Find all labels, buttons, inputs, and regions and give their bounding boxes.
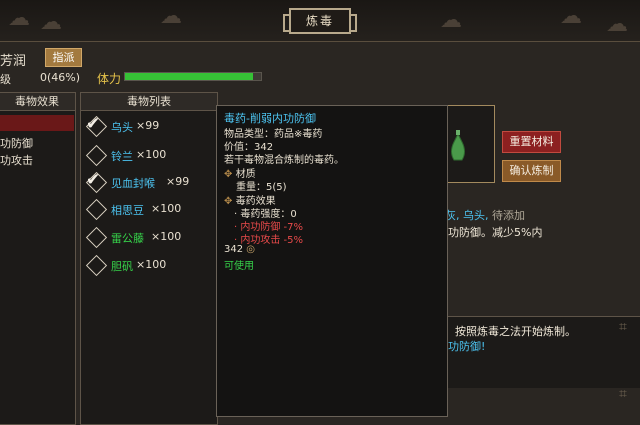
log-line-1: 按照炼毒之法开始炼制。 [455,325,576,338]
selected-effect-row[interactable] [0,115,74,131]
poison-name: 雷公藤 [111,232,144,245]
poison-name: 铃兰 [111,150,133,163]
character-name: 芳润 [0,54,27,69]
effect-description: 功防御。减少5%内 [448,226,543,239]
poison-list-row[interactable]: 胆矾 ×100 [80,254,218,277]
level-label: 级 [0,73,11,86]
cloud-ornament-icon: ☁ [8,6,30,31]
cloud-ornament-icon: ☁ [40,10,62,35]
poison-checkbox[interactable] [85,254,108,277]
poison-list-row[interactable]: 铃兰 ×100 [80,144,218,167]
level-value: 0(46%) [40,71,81,84]
coin-icon: ◎ [246,244,256,255]
poison-checkbox[interactable] [85,226,108,249]
stamina-bar [124,72,262,81]
corner-ornament-icon: ⌗ [619,386,627,402]
tooltip-price: 342 ◎ [224,244,256,255]
tooltip-usable: 可使用 [224,261,254,272]
poison-quantity: ×99 [136,119,160,132]
diamond-bullet-icon: ✥ [224,169,233,180]
poison-list-row[interactable]: ✔ 见血封喉 ×99 [80,170,218,194]
item-tooltip: 毒药-削弱内功防御 物品类型：药品※毒药 价值：342 若干毒物混合炼制的毒药。… [216,105,448,417]
tooltip-title: 毒药-削弱内功防御 [224,112,316,125]
poison-checkbox[interactable] [85,198,108,221]
poison-list-row[interactable]: ✔ 乌头 ×99 [80,114,218,138]
effects-panel-header: 毒物效果 [0,93,75,111]
poison-quantity: ×100 [136,258,167,271]
tooltip-weight: 重量：5(5) [236,182,287,193]
poison-name: 胆矾 [111,260,133,273]
reset-materials-button[interactable]: 重置材料 [502,131,561,153]
assign-button[interactable]: 指派 [45,48,82,67]
poison-list-row[interactable]: 相思豆 ×100 [80,198,218,221]
checkmark-icon: ✔ [86,170,101,190]
confirm-refine-button[interactable]: 确认炼制 [502,160,561,182]
effect-item-attack[interactable]: 功攻击 [0,152,33,168]
diamond-bullet-icon: ✥ [224,196,233,207]
poison-quantity: ×100 [151,202,182,215]
poison-name: 乌头 [111,121,133,134]
tooltip-description: 若干毒物混合炼制的毒药。 [224,155,344,166]
cloud-ornament-icon: ☁ [160,4,182,29]
poison-checkbox[interactable] [85,144,108,167]
window-title: 炼毒 [283,8,357,34]
poison-quantity: ×100 [136,148,167,161]
cloud-ornament-icon: ☁ [560,4,582,29]
poison-quantity: ×99 [166,175,190,188]
stamina-bar-fill [125,73,253,80]
poison-name: 相思豆 [111,204,144,217]
corner-ornament-icon: ⌗ [619,319,627,335]
added-materials-line: 灰, 乌头, 待添加 [445,207,525,223]
poison-list-row[interactable]: 雷公藤 ×100 [80,226,218,249]
log-line-2: 功防御! [448,340,486,353]
stamina-label: 体力 [97,72,122,86]
poison-quantity: ×100 [151,230,182,243]
poison-list-header: 毒物列表 [81,93,217,111]
poison-name: 见血封喉 [111,177,155,190]
added-item: 乌头, [463,209,489,222]
checkmark-icon: ✔ [86,114,101,134]
effect-item-defense[interactable]: 功防御 [0,135,33,151]
cloud-ornament-icon: ☁ [440,8,462,33]
added-suffix: 待添加 [492,209,525,222]
cloud-ornament-icon: ☁ [606,12,628,37]
